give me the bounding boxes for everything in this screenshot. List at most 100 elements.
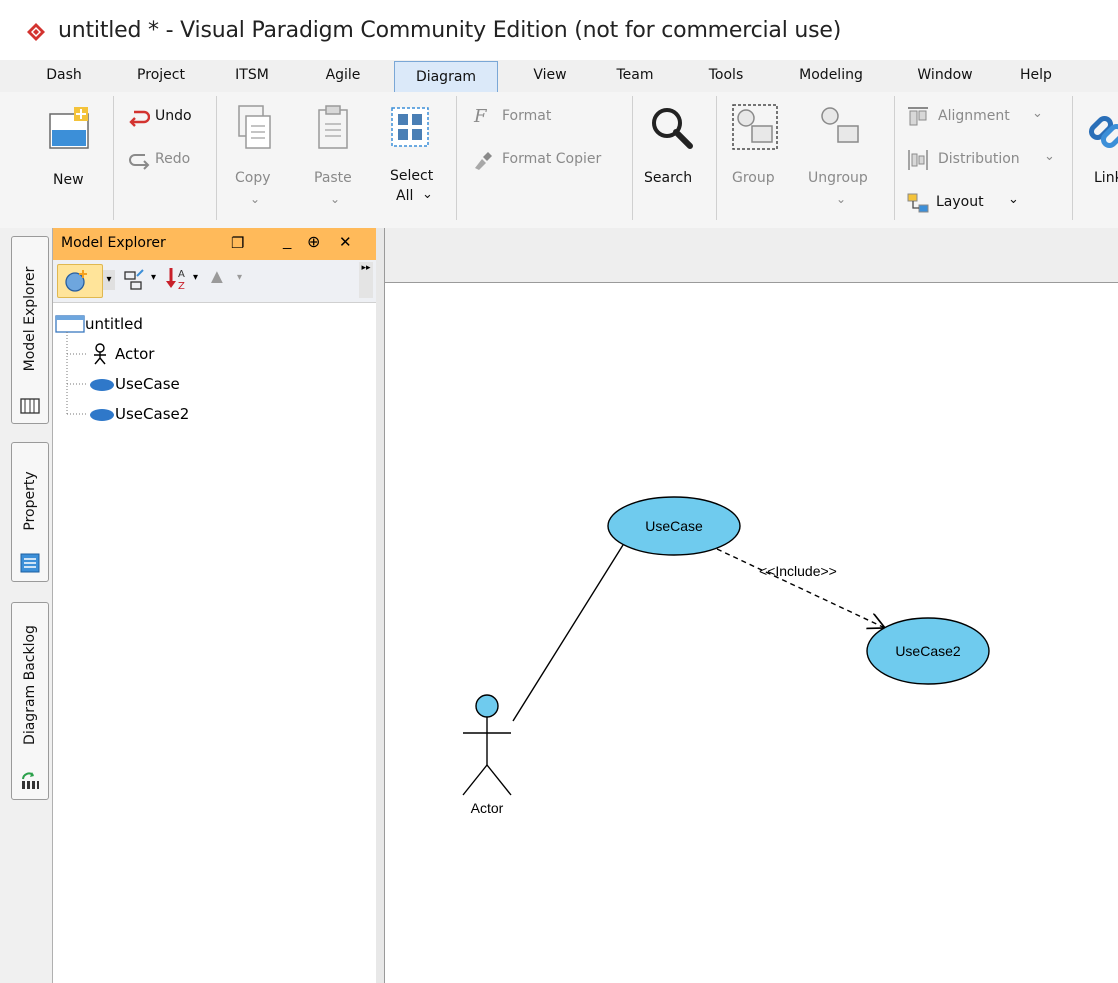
diagram-backlog-icon	[22, 772, 39, 789]
tab-property[interactable]: Property	[11, 442, 49, 582]
paste-label: Paste	[314, 170, 352, 186]
menu-window[interactable]: Window	[906, 60, 984, 91]
tree-item-label: Actor	[115, 345, 155, 363]
actor-figure[interactable]	[462, 694, 512, 796]
redo-button[interactable]: Redo	[126, 149, 206, 175]
title-bar: untitled * - Visual Paradigm Community E…	[0, 0, 1118, 66]
tree-item-label: UseCase2	[115, 405, 190, 423]
menu-dash[interactable]: Dash	[34, 60, 94, 91]
format-button[interactable]: F Format	[472, 106, 592, 132]
menu-bar: Dash Project ITSM Agile Diagram View Tea…	[0, 60, 1118, 93]
diagram-tab-bar	[385, 228, 1118, 283]
alignment-button[interactable]: Alignment ⌄	[904, 106, 1054, 132]
svg-text:A: A	[178, 269, 185, 280]
group-label: Group	[732, 170, 775, 186]
new-button[interactable]: New	[38, 100, 104, 210]
search-button[interactable]: Search	[640, 100, 706, 216]
property-icon	[20, 553, 40, 573]
panel-splitter[interactable]	[376, 228, 385, 983]
menu-agile[interactable]: Agile	[313, 60, 373, 91]
menu-team[interactable]: Team	[602, 60, 668, 91]
menu-project[interactable]: Project	[122, 60, 200, 91]
menu-diagram[interactable]: Diagram	[394, 61, 498, 92]
alignment-icon	[908, 107, 928, 126]
format-copier-icon	[475, 152, 492, 170]
chevron-down-icon: ⌄	[330, 192, 341, 206]
chevron-down-icon: ⌄	[250, 192, 261, 206]
model-explorer-header: Model Explorer ❐ _ ⊕ ✕	[53, 228, 376, 260]
link-button[interactable]: Link	[1080, 100, 1118, 216]
usecase2-label: UseCase2	[895, 643, 961, 659]
dropdown-arrow-icon[interactable]: ▾	[193, 272, 198, 283]
distribution-icon	[908, 150, 928, 170]
chevron-down-icon: ⌄	[1008, 192, 1019, 207]
paste-button[interactable]: Paste ⌄	[306, 100, 362, 216]
close-icon[interactable]: ✕	[339, 233, 352, 251]
chevron-down-icon: ⌄	[836, 192, 847, 206]
format-copier-button[interactable]: Format Copier	[472, 149, 624, 175]
paste-icon	[318, 105, 348, 149]
new-model-button[interactable]	[57, 264, 103, 298]
new-label: New	[53, 172, 84, 188]
group-icon	[732, 104, 778, 150]
menu-itsm[interactable]: ITSM	[226, 60, 278, 91]
actor-icon	[94, 343, 106, 365]
dropdown-arrow-icon[interactable]: ▾	[103, 270, 115, 290]
usecase-label: UseCase	[645, 518, 703, 534]
project-icon	[55, 315, 85, 333]
distribution-button[interactable]: Distribution ⌄	[904, 149, 1064, 175]
up-arrow-icon[interactable]: ▲	[207, 266, 227, 289]
diagram-canvas[interactable]: UseCase UseCase2 <<Include>> Actor	[385, 283, 1118, 983]
ribbon-separator	[632, 96, 633, 220]
include-label: <<Include>>	[759, 563, 837, 579]
side-tab-strip: Model Explorer Property Diagram Backlog	[0, 228, 53, 983]
menu-help[interactable]: Help	[1010, 60, 1062, 91]
association-line[interactable]	[512, 544, 624, 722]
undo-button[interactable]: Undo	[126, 106, 206, 132]
tree-view-icon[interactable]	[123, 268, 147, 292]
new-diagram-icon	[49, 107, 89, 149]
app-logo-icon	[27, 23, 45, 41]
ribbon-separator	[1072, 96, 1073, 220]
restore-icon[interactable]: ❐	[231, 234, 244, 252]
layout-label: Layout	[936, 194, 984, 210]
select-all-icon	[391, 107, 429, 147]
tab-diagram-backlog[interactable]: Diagram Backlog	[11, 602, 49, 800]
copy-button[interactable]: Copy ⌄	[228, 100, 284, 216]
ungroup-icon	[821, 107, 859, 143]
ungroup-button[interactable]: Ungroup ⌄	[800, 100, 882, 216]
ribbon-separator	[216, 96, 217, 220]
copy-icon	[238, 105, 271, 149]
tab-diagram-backlog-label: Diagram Backlog	[22, 625, 38, 746]
diagram-drawing	[462, 496, 990, 796]
link-label: Link	[1094, 170, 1118, 186]
link-icon	[1088, 115, 1118, 149]
window-title: untitled * - Visual Paradigm Community E…	[58, 18, 842, 43]
chevron-down-icon: ⌄	[1032, 106, 1043, 121]
tab-model-explorer[interactable]: Model Explorer	[11, 236, 49, 424]
menu-modeling[interactable]: Modeling	[786, 60, 876, 91]
alignment-label: Alignment	[938, 108, 1010, 124]
dropdown-arrow-icon[interactable]: ▾	[237, 272, 242, 283]
select-all-button[interactable]: Select All ⌄	[384, 100, 446, 216]
actor-label: Actor	[470, 800, 504, 816]
dropdown-arrow-icon[interactable]: ▾	[151, 272, 156, 283]
copy-label: Copy	[235, 170, 271, 186]
menu-view[interactable]: View	[522, 60, 578, 91]
menu-tools[interactable]: Tools	[693, 60, 759, 91]
redo-label: Redo	[155, 151, 191, 167]
group-button[interactable]: Group	[724, 100, 786, 216]
format-label: Format	[502, 108, 552, 124]
layout-button[interactable]: Layout ⌄	[904, 192, 1034, 218]
ribbon-separator	[113, 96, 114, 220]
ribbon-separator	[716, 96, 717, 220]
tree-item-label: UseCase	[115, 375, 180, 393]
overflow-icon[interactable]: ▸▸	[359, 262, 373, 298]
layout-icon	[907, 193, 929, 213]
sort-icon[interactable]: A Z	[165, 266, 189, 292]
minimize-icon[interactable]: _	[283, 233, 291, 250]
format-copier-label: Format Copier	[502, 151, 602, 167]
include-dependency-line[interactable]	[716, 548, 885, 628]
pin-icon[interactable]: ⊕	[307, 232, 320, 252]
usecase-icon	[90, 409, 114, 421]
